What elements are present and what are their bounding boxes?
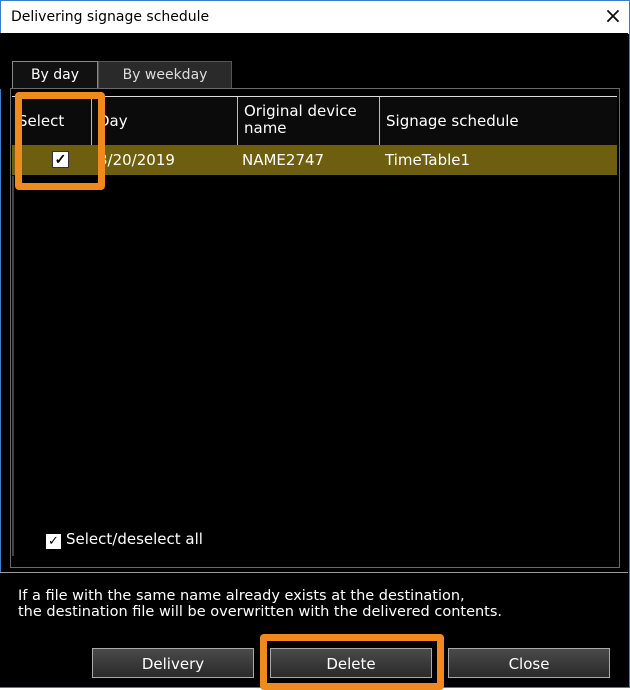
cell-device-name: NAME2747 xyxy=(242,151,325,169)
tab-bar: By day By weekday xyxy=(0,33,628,91)
delivery-button[interactable]: Delivery xyxy=(92,648,254,678)
check-icon[interactable]: ✓ xyxy=(46,534,61,549)
cell-day: 3/20/2019 xyxy=(98,151,175,169)
close-button[interactable]: Close xyxy=(448,648,610,678)
header-day[interactable]: Day xyxy=(92,97,238,145)
title-bar: Delivering signage schedule × xyxy=(1,1,629,34)
delete-button-highlight xyxy=(260,634,444,690)
header-signage-schedule[interactable]: Signage schedule xyxy=(380,97,617,145)
select-all-label: Select/deselect all xyxy=(66,530,203,548)
notice-line-2: the destination file will be overwritten… xyxy=(18,604,503,620)
overwrite-notice: If a file with the same name already exi… xyxy=(18,588,502,620)
window-title: Delivering signage schedule xyxy=(11,9,210,25)
table-left-border xyxy=(12,176,14,556)
select-column-highlight xyxy=(15,92,105,190)
tab-by-day[interactable]: By day xyxy=(12,61,98,91)
tab-by-weekday[interactable]: By weekday xyxy=(98,61,232,90)
cell-signage-schedule: TimeTable1 xyxy=(385,151,471,169)
notice-line-1: If a file with the same name already exi… xyxy=(18,588,465,604)
close-icon[interactable]: × xyxy=(599,3,627,31)
header-device-name[interactable]: Original device name xyxy=(238,97,380,145)
